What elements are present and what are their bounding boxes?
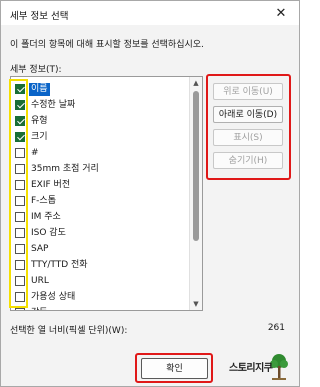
watermark-logo: 스토리지쿠	[229, 352, 297, 386]
dialog-title: 세부 정보 선택	[10, 11, 69, 22]
scroll-up-icon[interactable]: ▲	[190, 77, 202, 89]
detail-label: ISO 감도	[31, 228, 66, 238]
detail-checkbox[interactable]	[15, 148, 25, 158]
detail-label: TTY/TTD 전화	[31, 260, 88, 270]
title-bar: 세부 정보 선택 ✕	[1, 1, 299, 25]
details-list-item[interactable]: 감독	[11, 306, 189, 310]
details-list-item[interactable]: 35mm 초점 거리	[11, 162, 189, 178]
details-list-item[interactable]: F-스톱	[11, 194, 189, 210]
detail-checkbox[interactable]	[15, 228, 25, 238]
choose-details-dialog: 세부 정보 선택 ✕ 이 폴더의 항목에 대해 표시할 정보를 선택하십시오. …	[0, 0, 300, 387]
detail-label: 수정한 날짜	[31, 100, 76, 110]
detail-label: 가용성 상태	[31, 292, 76, 302]
detail-checkbox[interactable]	[15, 132, 25, 142]
detail-checkbox[interactable]	[15, 308, 25, 310]
details-list-item[interactable]: URL	[11, 274, 189, 290]
details-list-item[interactable]: 수정한 날짜	[11, 98, 189, 114]
detail-checkbox[interactable]	[15, 260, 25, 270]
detail-label: 이름	[29, 83, 50, 96]
detail-label: 크기	[31, 132, 48, 142]
details-list-item[interactable]: 이름	[11, 82, 189, 98]
detail-checkbox[interactable]	[15, 164, 25, 174]
detail-label: F-스톱	[31, 196, 56, 206]
detail-checkbox[interactable]	[15, 84, 25, 94]
move-down-button[interactable]: 아래로 이동(D)	[213, 106, 283, 123]
details-list-label: 세부 정보(T):	[10, 65, 62, 75]
detail-label: SAP	[31, 244, 49, 254]
details-list-item[interactable]: #	[11, 146, 189, 162]
vertical-scrollbar[interactable]: ▲ ▼	[189, 77, 202, 310]
column-width-input[interactable]: 261	[249, 320, 285, 336]
details-list-item[interactable]: 크기	[11, 130, 189, 146]
detail-label: #	[31, 148, 39, 158]
detail-label: IM 주소	[31, 212, 61, 222]
detail-label: EXIF 버전	[31, 180, 71, 190]
close-button[interactable]: ✕	[263, 1, 299, 25]
detail-checkbox[interactable]	[15, 292, 25, 302]
dialog-description: 이 폴더의 항목에 대해 표시할 정보를 선택하십시오.	[10, 40, 204, 50]
move-up-button[interactable]: 위로 이동(U)	[213, 83, 283, 100]
detail-checkbox[interactable]	[15, 116, 25, 126]
close-icon: ✕	[275, 5, 287, 21]
detail-label: 감독	[29, 307, 50, 310]
show-button[interactable]: 표시(S)	[213, 129, 283, 146]
details-list-items: 이름수정한 날짜유형크기 #35mm 초점 거리 EXIF 버전 F-스톱 IM 주소 I…	[11, 82, 189, 310]
detail-checkbox[interactable]	[15, 180, 25, 190]
details-list-item[interactable]: EXIF 버전	[11, 178, 189, 194]
watermark-text: 스토리지쿠	[229, 363, 273, 374]
details-list-item[interactable]: 유형	[11, 114, 189, 130]
detail-checkbox[interactable]	[15, 244, 25, 254]
details-list[interactable]: 이름수정한 날짜유형크기 #35mm 초점 거리 EXIF 버전 F-스톱 IM 주소 I…	[10, 76, 203, 311]
detail-label: URL	[31, 276, 49, 286]
details-list-item[interactable]: IM 주소	[11, 210, 189, 226]
details-list-item[interactable]: 가용성 상태	[11, 290, 189, 306]
hide-button[interactable]: 숨기기(H)	[213, 152, 283, 169]
details-list-item[interactable]: ISO 감도	[11, 226, 189, 242]
detail-checkbox[interactable]	[15, 100, 25, 110]
detail-label: 유형	[31, 116, 48, 126]
scrollbar-thumb[interactable]	[193, 91, 199, 241]
detail-label: 35mm 초점 거리	[31, 164, 99, 174]
detail-checkbox[interactable]	[15, 196, 25, 206]
column-width-label: 선택한 열 너비(픽셀 단위)(W):	[10, 326, 128, 336]
scroll-down-icon[interactable]: ▼	[190, 298, 202, 310]
detail-checkbox[interactable]	[15, 276, 25, 286]
detail-checkbox[interactable]	[15, 212, 25, 222]
ok-button[interactable]: 확인	[141, 358, 208, 379]
details-list-item[interactable]: SAP	[11, 242, 189, 258]
details-list-item[interactable]: TTY/TTD 전화	[11, 258, 189, 274]
